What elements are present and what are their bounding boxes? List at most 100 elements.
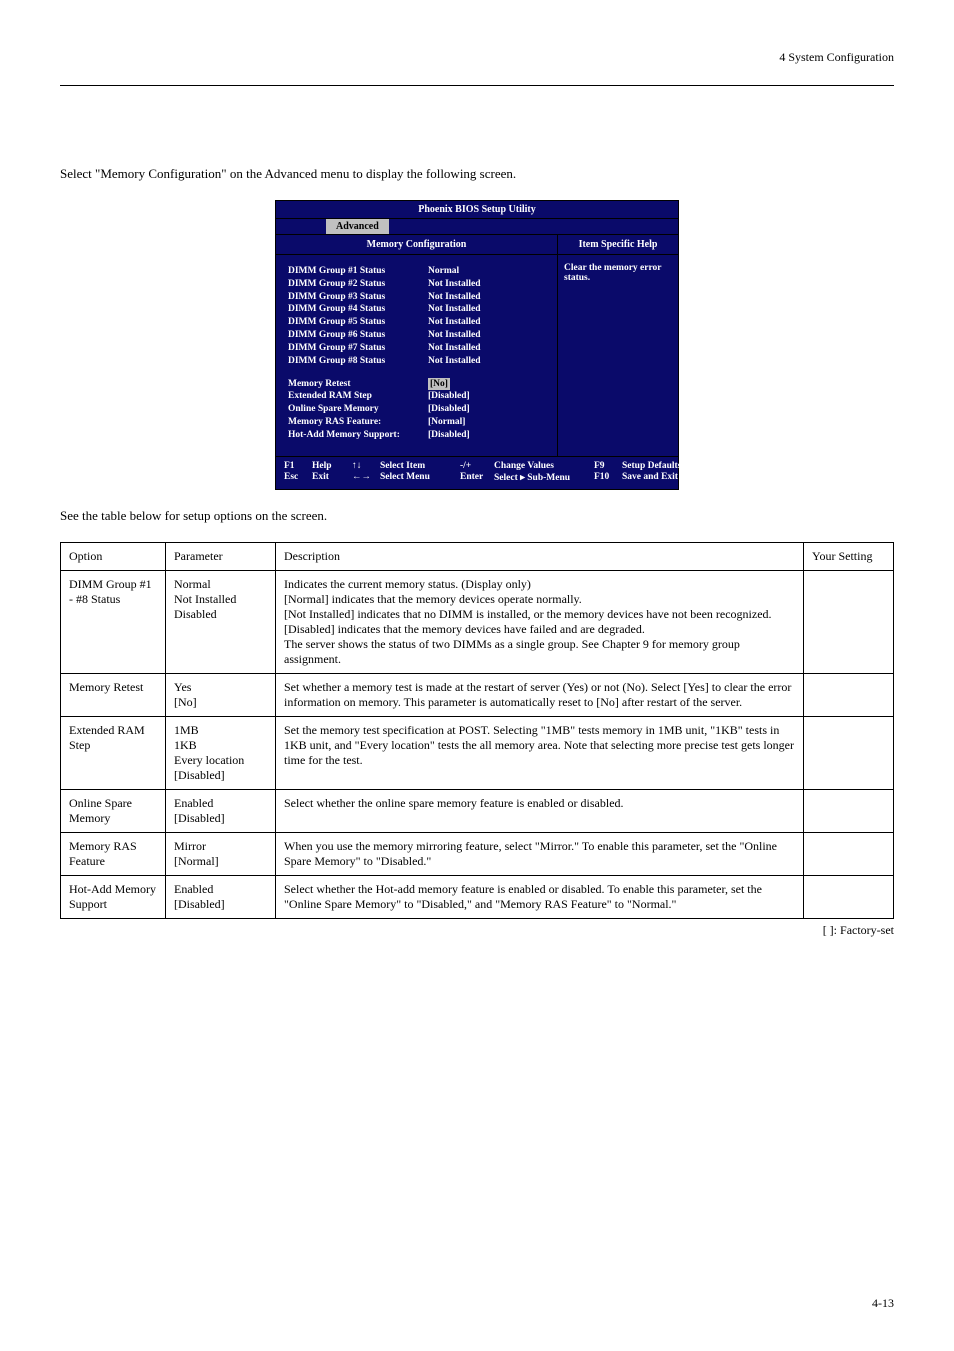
bios-dimm-row: DIMM Group #1 StatusNormal	[288, 265, 545, 278]
cell-description: Set the memory test specification at POS…	[276, 716, 804, 789]
bios-dimm-label: DIMM Group #5 Status	[288, 316, 428, 329]
bios-dimm-row: DIMM Group #5 StatusNot Installed	[288, 316, 545, 329]
bios-option-row: Hot-Add Memory Support:[Disabled]	[288, 429, 545, 442]
options-table: Option Parameter Description Your Settin…	[60, 542, 894, 919]
bios-dimm-value: Normal	[428, 265, 459, 278]
bios-option-label: Memory RAS Feature:	[288, 416, 428, 429]
cell-description: Select whether the online spare memory f…	[276, 789, 804, 832]
bios-dimm-value: Not Installed	[428, 278, 481, 291]
cell-parameter: 1MB 1KB Every location [Disabled]	[166, 716, 276, 789]
col-parameter: Parameter	[166, 542, 276, 570]
key-f10: F10	[594, 472, 622, 483]
cell-your-setting	[804, 832, 894, 875]
key-leftright: ←→	[352, 472, 380, 483]
bios-option-row: Memory Retest[No]	[288, 378, 545, 391]
cell-parameter: Enabled [Disabled]	[166, 789, 276, 832]
label-select-item: Select Item	[380, 461, 460, 471]
cell-your-setting	[804, 716, 894, 789]
label-exit: Exit	[312, 472, 352, 483]
bios-option-label: Extended RAM Step	[288, 390, 428, 403]
bios-option-row: Memory RAS Feature:[Normal]	[288, 416, 545, 429]
bios-dimm-value: Not Installed	[428, 291, 481, 304]
bios-footer: F1 Help ↑↓ Select Item -/+ Change Values…	[276, 456, 678, 489]
bios-dimm-label: DIMM Group #7 Status	[288, 342, 428, 355]
bios-dimm-row: DIMM Group #2 StatusNot Installed	[288, 278, 545, 291]
page-number: 4-13	[872, 1296, 894, 1311]
bios-dimm-value: Not Installed	[428, 329, 481, 342]
cell-description: Set whether a memory test is made at the…	[276, 673, 804, 716]
key-f1: F1	[284, 461, 312, 471]
key-esc: Esc	[284, 472, 312, 483]
label-help: Help	[312, 461, 352, 471]
bios-option-value: [Disabled]	[428, 429, 470, 442]
col-description: Description	[276, 542, 804, 570]
bios-dimm-value: Not Installed	[428, 303, 481, 316]
bios-option-label: Online Spare Memory	[288, 403, 428, 416]
cell-option: Extended RAM Step	[61, 716, 166, 789]
table-row: Extended RAM Step1MB 1KB Every location …	[61, 716, 894, 789]
table-row: Online Spare MemoryEnabled [Disabled]Sel…	[61, 789, 894, 832]
cell-option: Memory RAS Feature	[61, 832, 166, 875]
intro-text: Select "Memory Configuration" on the Adv…	[60, 166, 894, 182]
cell-parameter: Normal Not Installed Disabled	[166, 570, 276, 673]
table-row: DIMM Group #1 - #8 StatusNormal Not Inst…	[61, 570, 894, 673]
bios-title: Phoenix BIOS Setup Utility	[276, 201, 678, 219]
label-sub-menu: Select ▸ Sub-Menu	[494, 472, 594, 483]
table-footnote: [ ]: Factory-set	[60, 923, 894, 938]
bios-dimm-label: DIMM Group #2 Status	[288, 278, 428, 291]
table-caption: See the table below for setup options on…	[60, 508, 894, 524]
bios-dimm-value: Not Installed	[428, 316, 481, 329]
table-row: Memory RAS FeatureMirror [Normal]When yo…	[61, 832, 894, 875]
bios-dimm-label: DIMM Group #8 Status	[288, 355, 428, 368]
page-header: 4 System Configuration	[60, 50, 894, 65]
bios-subtitle: Memory Configuration	[276, 235, 557, 255]
cell-your-setting	[804, 789, 894, 832]
cell-description: Select whether the Hot-add memory featur…	[276, 875, 804, 918]
bios-dimm-row: DIMM Group #6 StatusNot Installed	[288, 329, 545, 342]
cell-parameter: Yes [No]	[166, 673, 276, 716]
cell-your-setting	[804, 875, 894, 918]
col-your-setting: Your Setting	[804, 542, 894, 570]
bios-dimm-label: DIMM Group #4 Status	[288, 303, 428, 316]
bios-option-row: Extended RAM Step[Disabled]	[288, 390, 545, 403]
cell-your-setting	[804, 673, 894, 716]
key-f9: F9	[594, 461, 622, 471]
bios-dimm-row: DIMM Group #8 StatusNot Installed	[288, 355, 545, 368]
horizontal-rule	[60, 85, 894, 86]
table-header-row: Option Parameter Description Your Settin…	[61, 542, 894, 570]
bios-dimm-row: DIMM Group #4 StatusNot Installed	[288, 303, 545, 316]
label-save-exit: Save and Exit	[622, 472, 681, 483]
bios-dimm-label: DIMM Group #1 Status	[288, 265, 428, 278]
cell-your-setting	[804, 570, 894, 673]
bios-dimm-row: DIMM Group #3 StatusNot Installed	[288, 291, 545, 304]
bios-dimm-row: DIMM Group #7 StatusNot Installed	[288, 342, 545, 355]
bios-help-text: Clear the memory error status.	[558, 255, 678, 291]
bios-option-value: [No]	[428, 378, 450, 391]
label-setup-defaults: Setup Defaults	[622, 461, 681, 471]
bios-option-value: [Disabled]	[428, 390, 470, 403]
cell-description: When you use the memory mirroring featur…	[276, 832, 804, 875]
key-updown: ↑↓	[352, 461, 380, 471]
bios-option-label: Memory Retest	[288, 378, 428, 391]
label-change-values: Change Values	[494, 461, 594, 471]
bios-screenshot: Phoenix BIOS Setup Utility Advanced Memo…	[275, 200, 679, 490]
label-select-menu: Select Menu	[380, 472, 460, 483]
key-enter: Enter	[460, 472, 494, 483]
bios-dimm-value: Not Installed	[428, 355, 481, 368]
bios-tab-row: Advanced	[276, 219, 678, 235]
bios-option-row: Online Spare Memory[Disabled]	[288, 403, 545, 416]
cell-description: Indicates the current memory status. (Di…	[276, 570, 804, 673]
table-row: Hot-Add Memory SupportEnabled [Disabled]…	[61, 875, 894, 918]
cell-parameter: Enabled [Disabled]	[166, 875, 276, 918]
bios-option-label: Hot-Add Memory Support:	[288, 429, 428, 442]
bios-dimm-label: DIMM Group #6 Status	[288, 329, 428, 342]
bios-option-value: [Disabled]	[428, 403, 470, 416]
bios-help-title: Item Specific Help	[558, 235, 678, 255]
cell-parameter: Mirror [Normal]	[166, 832, 276, 875]
bios-tab-advanced: Advanced	[326, 219, 389, 234]
key-plusminus: -/+	[460, 461, 494, 471]
bios-option-value: [Normal]	[428, 416, 465, 429]
cell-option: DIMM Group #1 - #8 Status	[61, 570, 166, 673]
bios-dimm-label: DIMM Group #3 Status	[288, 291, 428, 304]
bios-content-area: DIMM Group #1 StatusNormalDIMM Group #2 …	[276, 255, 557, 456]
